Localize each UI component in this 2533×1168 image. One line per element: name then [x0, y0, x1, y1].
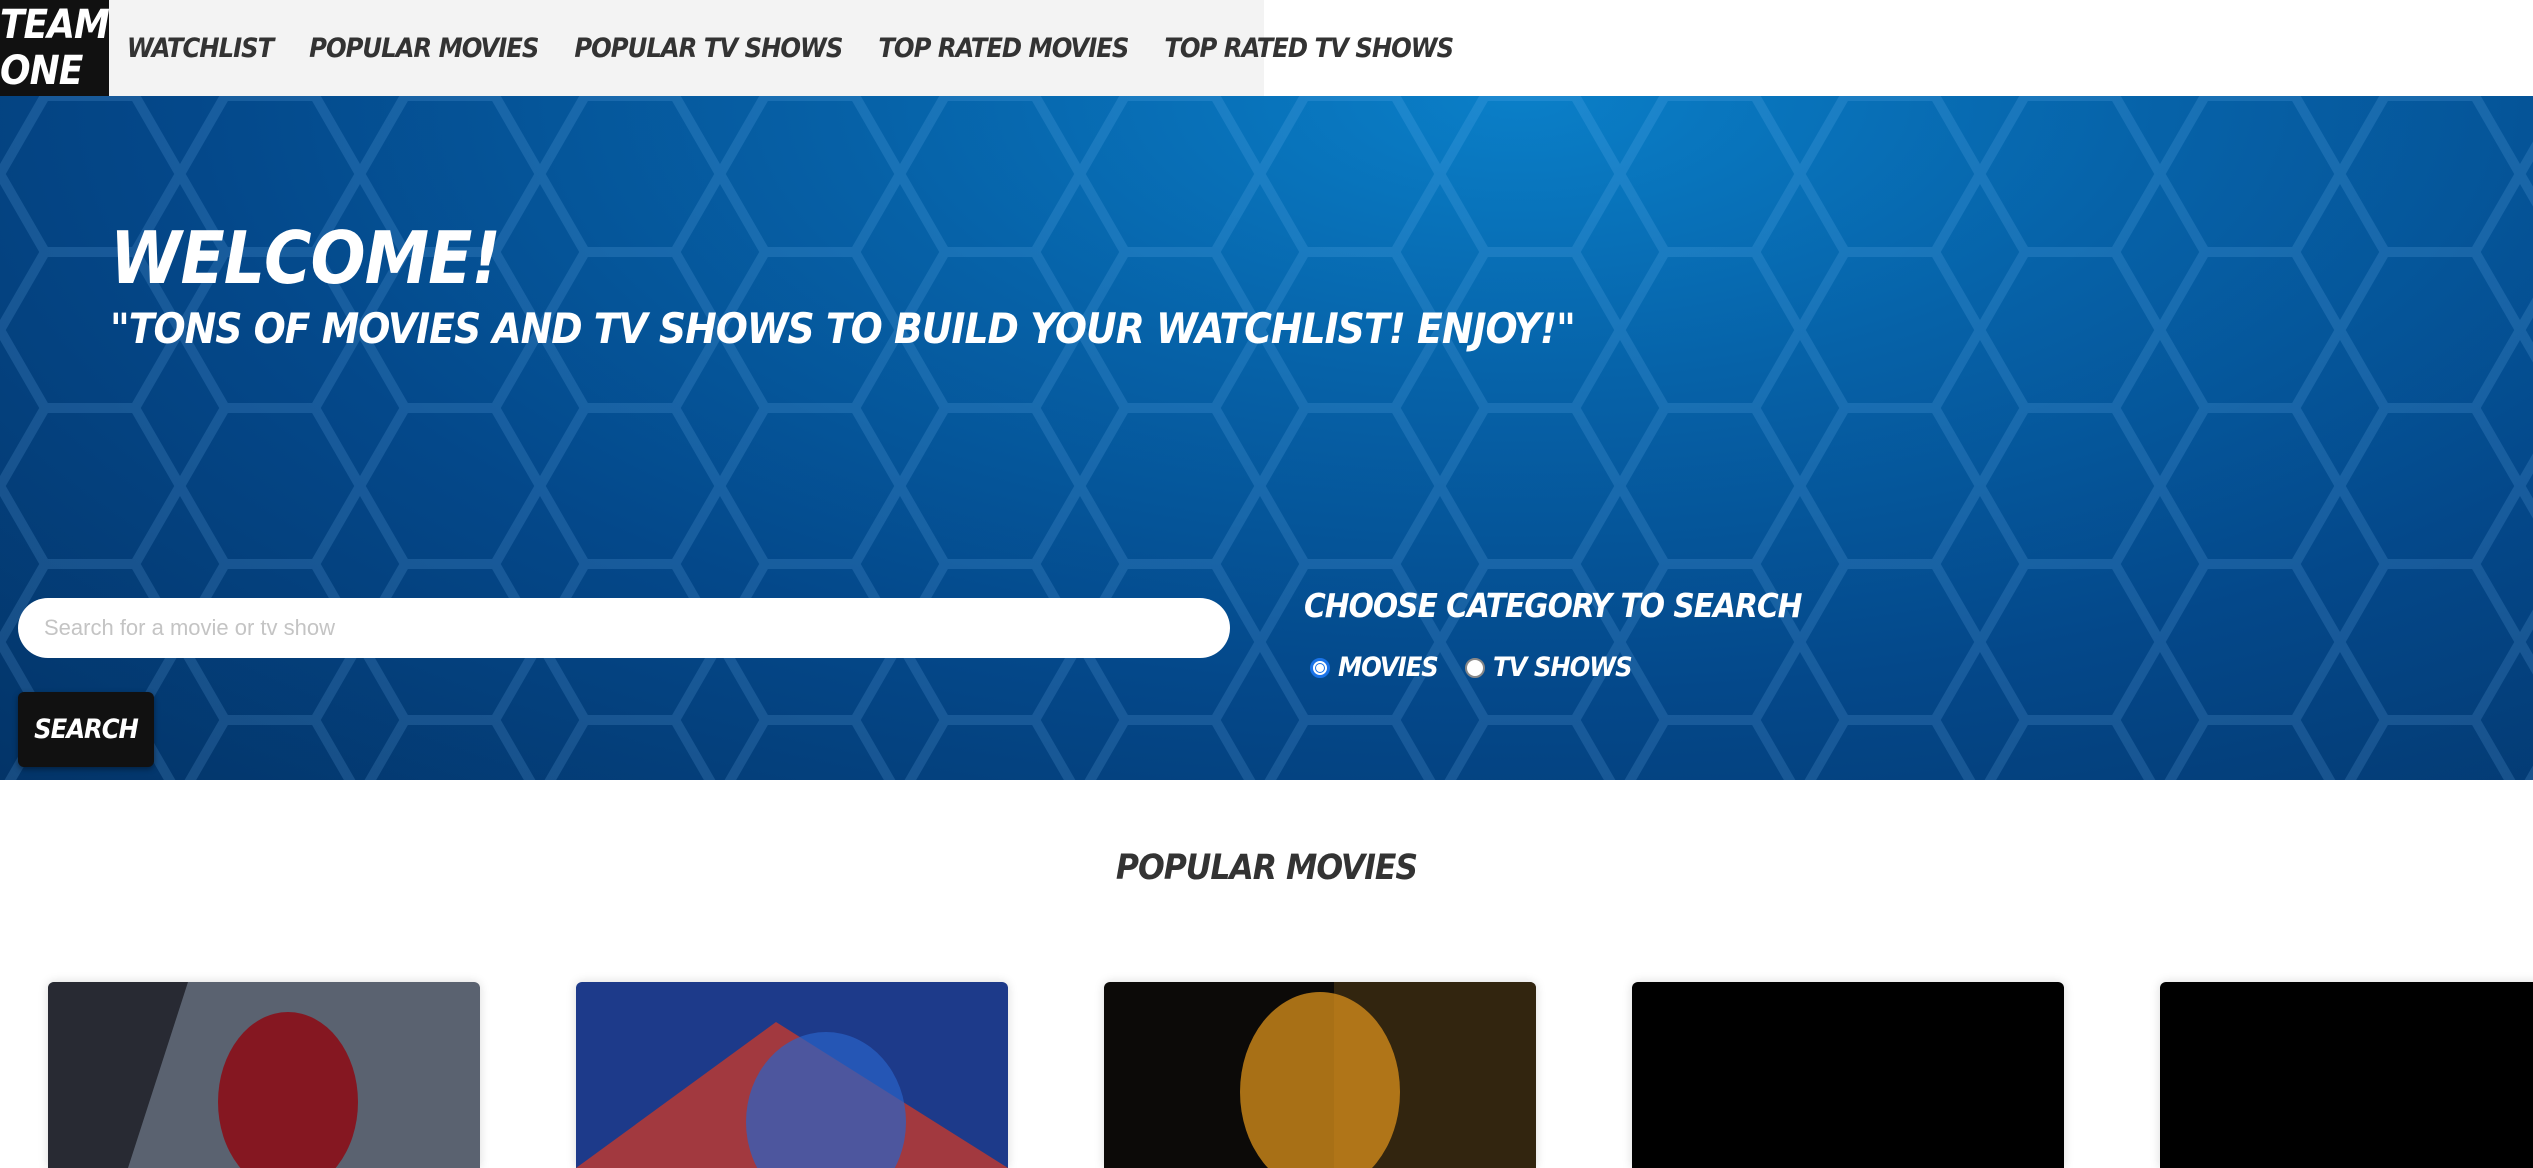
- nav-link-top-rated-movies[interactable]: TOP RATED MOVIES: [878, 33, 1129, 64]
- nav-links: WATCHLIST POPULAR MOVIES POPULAR TV SHOW…: [109, 0, 1489, 96]
- category-option-tv-shows[interactable]: TV SHOWS: [1465, 652, 1633, 683]
- category-title: CHOOSE CATEGORY TO SEARCH: [1304, 586, 1802, 625]
- tv-shows-radio-label[interactable]: TV SHOWS: [1493, 652, 1633, 683]
- movie-poster-2[interactable]: [576, 982, 1008, 1168]
- movie-poster-4[interactable]: [1632, 982, 2064, 1168]
- welcome-heading: WELCOME!: [110, 216, 501, 300]
- hexagon-pattern-background: [0, 96, 2533, 780]
- movie-poster-image: [2160, 982, 2533, 1168]
- popular-movies-heading: POPULAR MOVIES: [1115, 848, 1418, 888]
- top-navbar: TEAM ONE WATCHLIST POPULAR MOVIES POPULA…: [0, 0, 1454, 96]
- movie-poster-3[interactable]: [1104, 982, 1536, 1168]
- search-button[interactable]: SEARCH: [18, 692, 154, 767]
- nav-link-top-rated-tv-shows[interactable]: TOP RATED TV SHOWS: [1164, 33, 1454, 64]
- movie-poster-image: [1632, 982, 2064, 1168]
- nav-link-popular-movies[interactable]: POPULAR MOVIES: [309, 33, 539, 64]
- nav-link-popular-tv-shows[interactable]: POPULAR TV SHOWS: [574, 33, 843, 64]
- movie-poster-image: [48, 982, 480, 1168]
- movie-poster-image: [576, 982, 1008, 1168]
- nav-link-watchlist[interactable]: WATCHLIST: [127, 33, 274, 64]
- movie-poster-5[interactable]: [2160, 982, 2533, 1168]
- tv-shows-radio-button[interactable]: [1465, 657, 1485, 678]
- hero-banner: WELCOME! "TONS OF MOVIES AND TV SHOWS TO…: [0, 96, 2533, 780]
- movies-radio-label[interactable]: MOVIES: [1338, 652, 1439, 683]
- movies-radio-button[interactable]: [1310, 657, 1330, 678]
- movie-poster-1[interactable]: [48, 982, 480, 1168]
- search-input[interactable]: [18, 598, 1230, 658]
- category-option-movies[interactable]: MOVIES: [1310, 652, 1439, 683]
- movie-poster-image: [1104, 982, 1536, 1168]
- hero-tagline: "TONS OF MOVIES AND TV SHOWS TO BUILD YO…: [110, 304, 1576, 353]
- brand-logo[interactable]: TEAM ONE: [0, 0, 110, 96]
